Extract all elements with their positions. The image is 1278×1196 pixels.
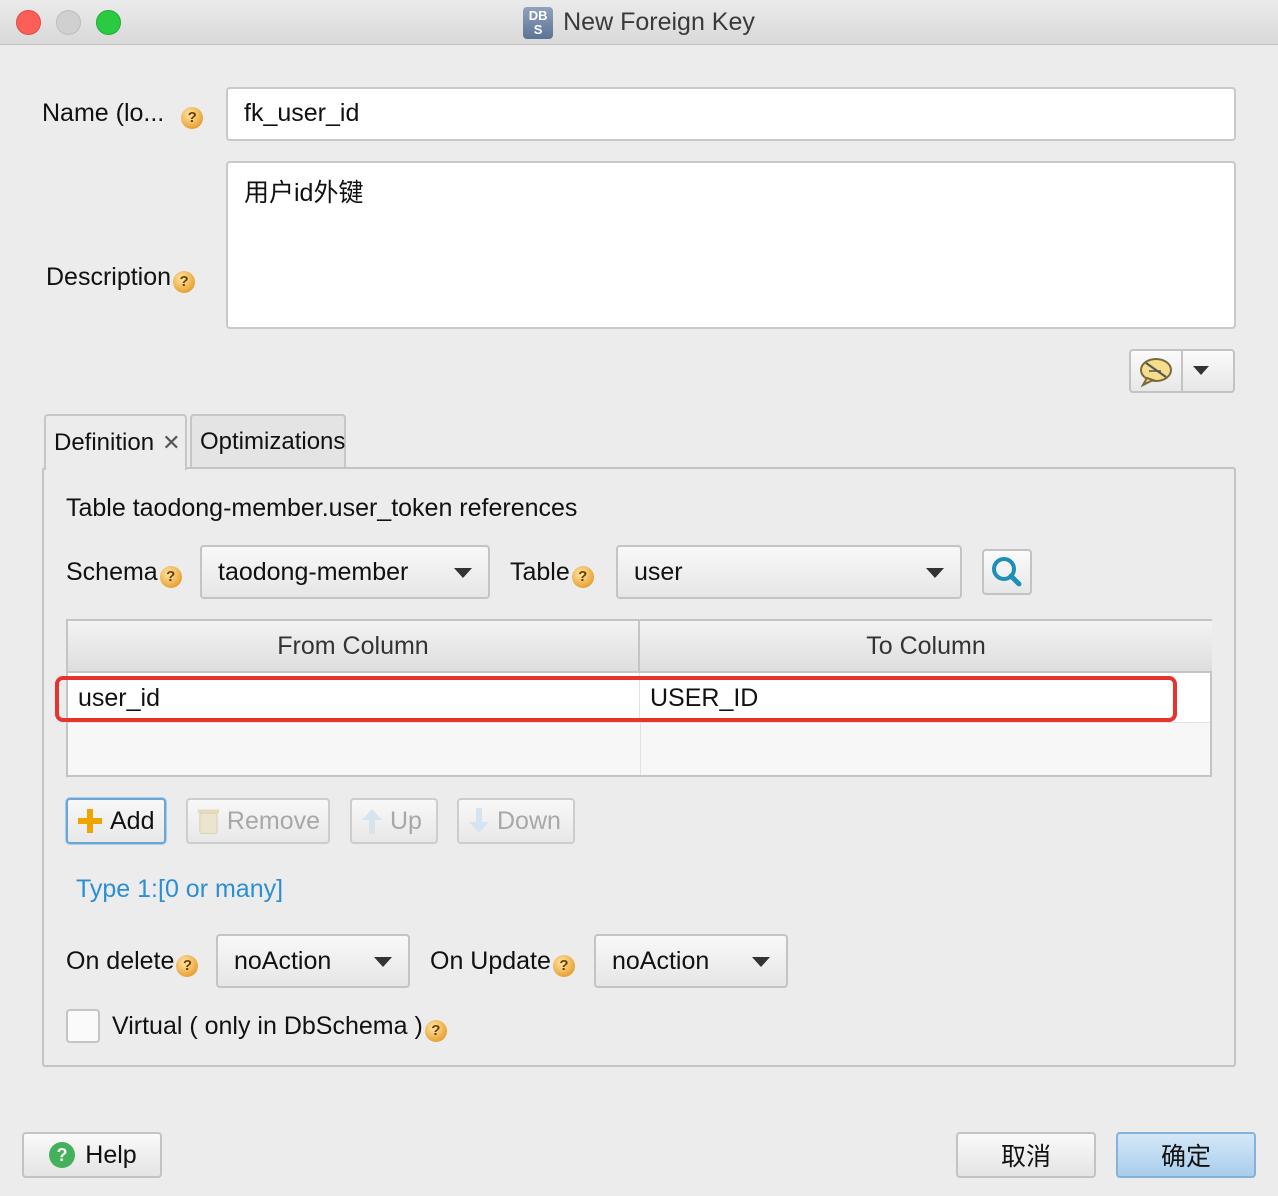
schema-select[interactable]: taodong-member xyxy=(200,545,490,599)
search-button[interactable] xyxy=(982,549,1032,595)
table-row-empty[interactable] xyxy=(68,723,1210,775)
row-highlight-annotation xyxy=(55,676,1177,722)
on-delete-select-value: noAction xyxy=(234,946,332,975)
schema-select-value: taodong-member xyxy=(218,557,409,586)
on-delete-label-text: On delete xyxy=(66,947,175,975)
help-icon[interactable]: ? xyxy=(173,271,196,294)
add-button-label: Add xyxy=(110,806,155,835)
arrow-down-icon xyxy=(469,808,489,833)
table-label: Table? xyxy=(510,558,594,589)
name-input[interactable]: fk_user_id xyxy=(226,87,1236,141)
schema-label: Schema? xyxy=(66,558,182,589)
svg-text:?: ? xyxy=(57,1145,68,1165)
schema-label-text: Schema xyxy=(66,558,158,586)
description-label-text: Description xyxy=(46,263,172,291)
down-button[interactable]: Down xyxy=(457,798,575,844)
comment-tool-group xyxy=(1129,349,1235,393)
table-label-text: Table xyxy=(510,558,570,586)
help-icon[interactable]: ? xyxy=(176,955,199,978)
speech-bubble-icon[interactable] xyxy=(1131,351,1183,391)
cancel-button-label: 取消 xyxy=(1000,1143,1051,1171)
virtual-checkbox[interactable] xyxy=(66,1009,100,1043)
table-header-from[interactable]: From Column xyxy=(68,621,640,673)
arrow-up-icon xyxy=(362,809,382,834)
chevron-down-icon xyxy=(752,957,770,967)
window-title-group: DB S New Foreign Key xyxy=(0,0,1278,45)
remove-button[interactable]: Remove xyxy=(186,798,330,844)
description-textarea[interactable]: 用户id外键 xyxy=(226,161,1236,329)
trash-icon xyxy=(197,809,219,834)
column-divider xyxy=(640,723,641,775)
up-button[interactable]: Up xyxy=(350,798,438,844)
on-update-label: On Update? xyxy=(430,947,575,978)
tab-optimizations[interactable]: Optimizations xyxy=(190,414,346,468)
tab-definition[interactable]: Definition ✕ xyxy=(44,414,187,470)
title-bar: DB S New Foreign Key xyxy=(0,0,1278,45)
chevron-down-icon xyxy=(454,568,472,578)
table-select[interactable]: user xyxy=(616,545,962,599)
definition-heading: Table taodong-member.user_token referenc… xyxy=(66,494,578,522)
on-update-select[interactable]: noAction xyxy=(594,934,788,988)
help-icon[interactable]: ? xyxy=(424,1020,447,1043)
name-label: Name (lo... ? xyxy=(42,99,204,130)
description-label: Description? xyxy=(46,263,196,294)
chevron-down-icon[interactable] xyxy=(1193,366,1209,375)
ok-button[interactable]: 确定 xyxy=(1116,1132,1256,1178)
remove-button-label: Remove xyxy=(226,806,320,835)
plus-icon xyxy=(78,809,102,833)
window-title: New Foreign Key xyxy=(563,8,755,36)
up-button-label: Up xyxy=(390,806,422,835)
close-icon[interactable]: ✕ xyxy=(162,430,180,456)
ok-button-label: 确定 xyxy=(1160,1143,1211,1171)
tab-optimizations-label: Optimizations xyxy=(200,428,346,455)
virtual-label-text: Virtual ( only in DbSchema ) xyxy=(112,1012,423,1040)
chevron-down-icon xyxy=(374,957,392,967)
table-select-value: user xyxy=(634,557,683,586)
down-button-label: Down xyxy=(497,806,561,835)
chevron-down-icon xyxy=(926,568,944,578)
relation-type-link[interactable]: Type 1:[0 or many] xyxy=(76,875,283,904)
question-circle-icon: ? xyxy=(49,1142,76,1168)
on-delete-label: On delete? xyxy=(66,947,199,978)
help-icon[interactable]: ? xyxy=(571,566,594,589)
help-button[interactable]: ? Help xyxy=(22,1132,162,1178)
dbschema-app-icon: DB S xyxy=(523,6,554,39)
help-icon[interactable]: ? xyxy=(181,107,204,130)
virtual-label: Virtual ( only in DbSchema )? xyxy=(112,1012,447,1043)
name-label-text: Name (lo... xyxy=(42,99,165,127)
on-update-label-text: On Update xyxy=(430,947,551,975)
table-header-to[interactable]: To Column xyxy=(640,621,1212,673)
help-icon[interactable]: ? xyxy=(159,566,182,589)
on-update-select-value: noAction xyxy=(612,946,710,975)
on-delete-select[interactable]: noAction xyxy=(216,934,410,988)
search-icon xyxy=(992,557,1022,587)
tab-definition-label: Definition xyxy=(54,429,155,456)
help-button-label: Help xyxy=(85,1140,137,1169)
cancel-button[interactable]: 取消 xyxy=(956,1132,1096,1178)
help-icon[interactable]: ? xyxy=(552,955,575,978)
add-button[interactable]: Add xyxy=(66,798,166,844)
